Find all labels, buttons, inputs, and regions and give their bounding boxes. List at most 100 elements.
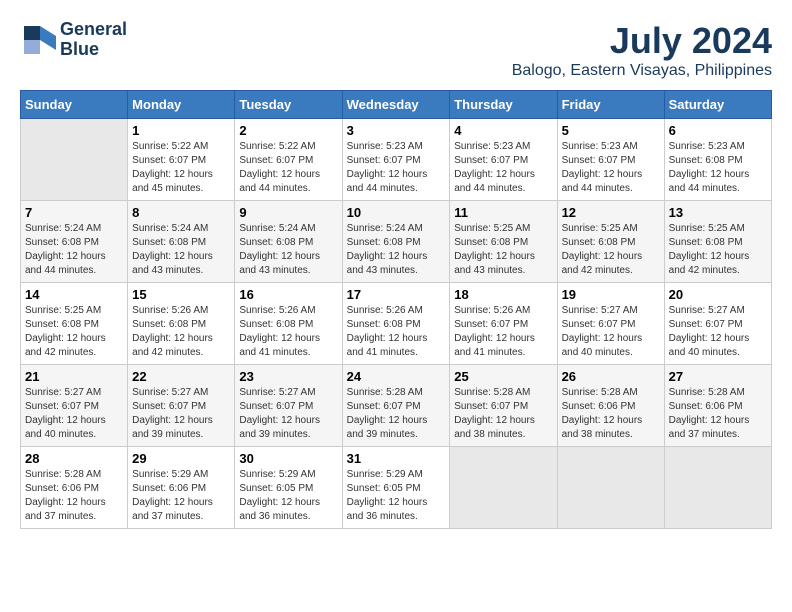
- weekday-header: Tuesday: [235, 91, 342, 119]
- calendar-cell: 3 Sunrise: 5:23 AM Sunset: 6:07 PM Daylig…: [342, 119, 450, 201]
- day-info: Sunrise: 5:27 AM Sunset: 6:07 PM Dayligh…: [239, 386, 337, 442]
- calendar-week-row: 14Sunrise: 5:25 AM Sunset: 6:08 PM Dayli…: [21, 283, 772, 365]
- day-info: Sunrise: 5:27 AM Sunset: 6:07 PM Dayligh…: [562, 304, 660, 360]
- weekday-header: Thursday: [450, 91, 557, 119]
- calendar-cell: [21, 119, 128, 201]
- calendar-header: SundayMondayTuesdayWednesdayThursdayFrid…: [21, 91, 772, 119]
- day-info: Sunrise: 5:28 AM Sunset: 6:06 PM Dayligh…: [669, 386, 767, 442]
- calendar-cell: 21 Sunrise: 5:27 AM Sunset: 6:07 PM Dayli…: [21, 365, 128, 447]
- calendar-cell: 2Sunrise: 5:22 AM Sunset: 6:07 PM Daylig…: [235, 119, 342, 201]
- day-info: Sunrise: 5:25 AM Sunset: 6:08 PM Dayligh…: [669, 222, 767, 278]
- day-number: 12: [562, 205, 660, 220]
- day-info: Sunrise: 5:25 AM Sunset: 6:08 PM Dayligh…: [454, 222, 552, 278]
- calendar-cell: 22Sunrise: 5:27 AM Sunset: 6:07 PM Dayli…: [128, 365, 235, 447]
- day-info: Sunrise: 5:28 AM Sunset: 6:07 PM Dayligh…: [454, 386, 552, 442]
- day-info: Sunrise: 5:24 AM Sunset: 6:08 PM Dayligh…: [347, 222, 446, 278]
- calendar-cell: 9 Sunrise: 5:24 AM Sunset: 6:08 PM Daylig…: [235, 201, 342, 283]
- weekday-header: Monday: [128, 91, 235, 119]
- day-info: Sunrise: 5:25 AM Sunset: 6:08 PM Dayligh…: [562, 222, 660, 278]
- logo-text: General Blue: [60, 20, 127, 60]
- day-info: Sunrise: 5:29 AM Sunset: 6:06 PM Dayligh…: [132, 468, 230, 524]
- day-info: Sunrise: 5:27 AM Sunset: 6:07 PM Dayligh…: [25, 386, 123, 442]
- calendar-cell: 8Sunrise: 5:24 AM Sunset: 6:08 PM Daylig…: [128, 201, 235, 283]
- weekday-header: Sunday: [21, 91, 128, 119]
- day-number: 30: [239, 451, 337, 466]
- day-info: Sunrise: 5:27 AM Sunset: 6:07 PM Dayligh…: [669, 304, 767, 360]
- calendar-cell: 7 Sunrise: 5:24 AM Sunset: 6:08 PM Daylig…: [21, 201, 128, 283]
- day-number: 1: [132, 123, 230, 138]
- day-number: 16: [239, 287, 337, 302]
- day-number: 4: [454, 123, 552, 138]
- day-info: Sunrise: 5:23 AM Sunset: 6:07 PM Dayligh…: [454, 140, 552, 196]
- day-number: 2: [239, 123, 337, 138]
- calendar-cell: 17Sunrise: 5:26 AM Sunset: 6:08 PM Dayli…: [342, 283, 450, 365]
- calendar-cell: 15 Sunrise: 5:26 AM Sunset: 6:08 PM Dayli…: [128, 283, 235, 365]
- day-info: Sunrise: 5:26 AM Sunset: 6:07 PM Dayligh…: [454, 304, 552, 360]
- calendar-cell: 25 Sunrise: 5:28 AM Sunset: 6:07 PM Dayli…: [450, 365, 557, 447]
- day-info: Sunrise: 5:28 AM Sunset: 6:06 PM Dayligh…: [562, 386, 660, 442]
- day-number: 5: [562, 123, 660, 138]
- day-info: Sunrise: 5:29 AM Sunset: 6:05 PM Dayligh…: [347, 468, 446, 524]
- calendar-cell: 11Sunrise: 5:25 AM Sunset: 6:08 PM Dayli…: [450, 201, 557, 283]
- calendar-cell: [664, 447, 771, 529]
- day-number: 15: [132, 287, 230, 302]
- day-number: 18: [454, 287, 552, 302]
- calendar-week-row: 28Sunrise: 5:28 AM Sunset: 6:06 PM Dayli…: [21, 447, 772, 529]
- weekday-header: Saturday: [664, 91, 771, 119]
- day-number: 6: [669, 123, 767, 138]
- logo: General Blue: [20, 20, 127, 60]
- day-info: Sunrise: 5:23 AM Sunset: 6:07 PM Dayligh…: [347, 140, 446, 196]
- day-number: 21: [25, 369, 123, 384]
- calendar-cell: 10 Sunrise: 5:24 AM Sunset: 6:08 PM Dayli…: [342, 201, 450, 283]
- day-info: Sunrise: 5:23 AM Sunset: 6:07 PM Dayligh…: [562, 140, 660, 196]
- calendar-cell: 27 Sunrise: 5:28 AM Sunset: 6:06 PM Dayli…: [664, 365, 771, 447]
- day-info: Sunrise: 5:26 AM Sunset: 6:08 PM Dayligh…: [132, 304, 230, 360]
- title-area: July 2024 Balogo, Eastern Visayas, Phili…: [512, 20, 772, 80]
- day-info: Sunrise: 5:22 AM Sunset: 6:07 PM Dayligh…: [132, 140, 230, 196]
- day-number: 23: [239, 369, 337, 384]
- day-number: 10: [347, 205, 446, 220]
- calendar-cell: 19Sunrise: 5:27 AM Sunset: 6:07 PM Dayli…: [557, 283, 664, 365]
- calendar-cell: 1 Sunrise: 5:22 AM Sunset: 6:07 PM Daylig…: [128, 119, 235, 201]
- calendar-cell: 4 Sunrise: 5:23 AM Sunset: 6:07 PM Daylig…: [450, 119, 557, 201]
- day-number: 3: [347, 123, 446, 138]
- calendar-cell: 6 Sunrise: 5:23 AM Sunset: 6:08 PM Daylig…: [664, 119, 771, 201]
- day-number: 9: [239, 205, 337, 220]
- weekday-header: Wednesday: [342, 91, 450, 119]
- day-number: 31: [347, 451, 446, 466]
- day-info: Sunrise: 5:29 AM Sunset: 6:05 PM Dayligh…: [239, 468, 337, 524]
- calendar-cell: 14Sunrise: 5:25 AM Sunset: 6:08 PM Dayli…: [21, 283, 128, 365]
- month-year: July 2024: [512, 20, 772, 62]
- day-number: 17: [347, 287, 446, 302]
- day-info: Sunrise: 5:28 AM Sunset: 6:06 PM Dayligh…: [25, 468, 123, 524]
- calendar-cell: 28Sunrise: 5:28 AM Sunset: 6:06 PM Dayli…: [21, 447, 128, 529]
- weekday-header: Friday: [557, 91, 664, 119]
- day-number: 7: [25, 205, 123, 220]
- calendar-cell: 18 Sunrise: 5:26 AM Sunset: 6:07 PM Dayli…: [450, 283, 557, 365]
- day-info: Sunrise: 5:25 AM Sunset: 6:08 PM Dayligh…: [25, 304, 123, 360]
- calendar-cell: 20 Sunrise: 5:27 AM Sunset: 6:07 PM Dayli…: [664, 283, 771, 365]
- day-number: 20: [669, 287, 767, 302]
- calendar-week-row: 7 Sunrise: 5:24 AM Sunset: 6:08 PM Daylig…: [21, 201, 772, 283]
- day-info: Sunrise: 5:24 AM Sunset: 6:08 PM Dayligh…: [132, 222, 230, 278]
- calendar-cell: 13 Sunrise: 5:25 AM Sunset: 6:08 PM Dayli…: [664, 201, 771, 283]
- day-info: Sunrise: 5:24 AM Sunset: 6:08 PM Dayligh…: [239, 222, 337, 278]
- day-info: Sunrise: 5:24 AM Sunset: 6:08 PM Dayligh…: [25, 222, 123, 278]
- calendar-week-row: 21 Sunrise: 5:27 AM Sunset: 6:07 PM Dayli…: [21, 365, 772, 447]
- day-number: 13: [669, 205, 767, 220]
- calendar-table: SundayMondayTuesdayWednesdayThursdayFrid…: [20, 90, 772, 529]
- calendar-cell: [557, 447, 664, 529]
- day-number: 24: [347, 369, 446, 384]
- weekday-row: SundayMondayTuesdayWednesdayThursdayFrid…: [21, 91, 772, 119]
- day-info: Sunrise: 5:27 AM Sunset: 6:07 PM Dayligh…: [132, 386, 230, 442]
- day-number: 25: [454, 369, 552, 384]
- calendar-cell: 26Sunrise: 5:28 AM Sunset: 6:06 PM Dayli…: [557, 365, 664, 447]
- calendar-cell: 12 Sunrise: 5:25 AM Sunset: 6:08 PM Dayli…: [557, 201, 664, 283]
- calendar-body: 1 Sunrise: 5:22 AM Sunset: 6:07 PM Daylig…: [21, 119, 772, 529]
- day-number: 27: [669, 369, 767, 384]
- logo-icon: [20, 22, 56, 58]
- calendar-week-row: 1 Sunrise: 5:22 AM Sunset: 6:07 PM Daylig…: [21, 119, 772, 201]
- day-info: Sunrise: 5:28 AM Sunset: 6:07 PM Dayligh…: [347, 386, 446, 442]
- calendar-cell: 5 Sunrise: 5:23 AM Sunset: 6:07 PM Daylig…: [557, 119, 664, 201]
- day-info: Sunrise: 5:23 AM Sunset: 6:08 PM Dayligh…: [669, 140, 767, 196]
